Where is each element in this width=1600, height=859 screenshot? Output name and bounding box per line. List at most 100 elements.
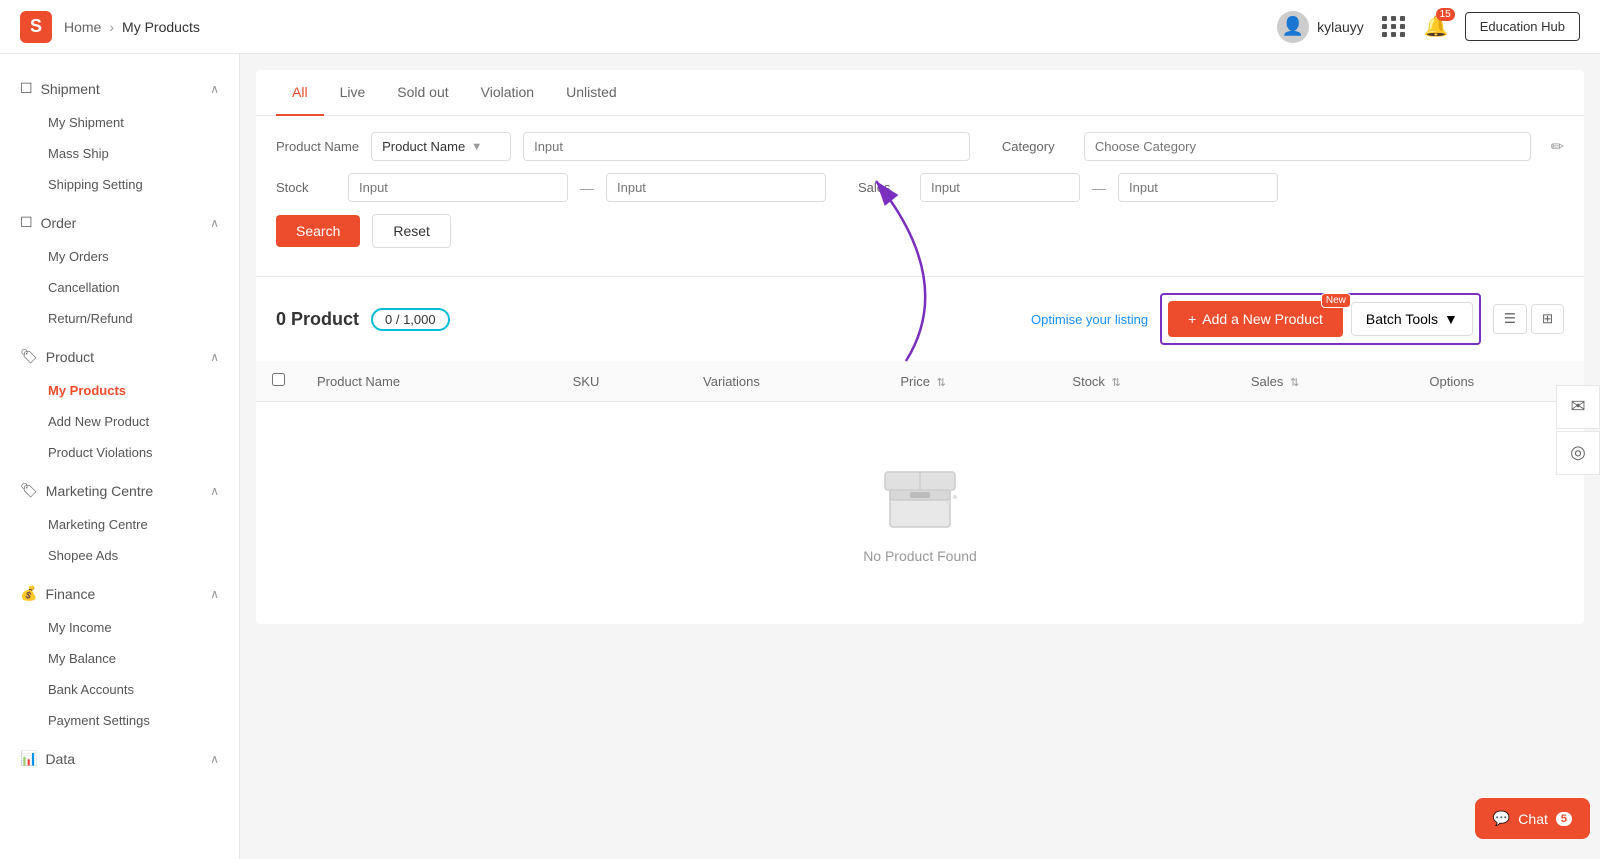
chevron-up-icon: ∧ [210, 82, 219, 96]
stock-to-input[interactable] [606, 173, 826, 202]
batch-tools-button[interactable]: Batch Tools ▼ [1351, 302, 1473, 336]
product-name-dropdown[interactable]: Product Name ▼ [371, 132, 511, 161]
select-all-checkbox[interactable] [272, 373, 285, 386]
sidebar-item-payment-settings[interactable]: Payment Settings [0, 705, 239, 736]
order-icon: ☐ [20, 214, 33, 231]
chat-icon: 💬 [1493, 810, 1510, 827]
edit-icon[interactable]: ✏ [1551, 137, 1564, 157]
filter-row-buttons: Search Reset [276, 214, 1564, 248]
product-name-label: Product Name [276, 139, 359, 154]
sidebar-label-product: Product [46, 349, 94, 365]
mail-icon-button[interactable]: ✉ [1556, 385, 1600, 429]
product-name-input[interactable] [523, 132, 970, 161]
reset-button[interactable]: Reset [372, 214, 451, 248]
tab-all[interactable]: All [276, 70, 324, 116]
filters-section: Product Name Product Name ▼ Category ✏ S… [256, 116, 1584, 277]
sidebar-label-data: Data [45, 751, 75, 767]
sidebar-item-my-products[interactable]: My Products [0, 375, 239, 406]
sidebar-label-marketing: Marketing Centre [46, 483, 153, 499]
column-header-stock: Stock ⇅ [1056, 361, 1234, 402]
sidebar-section-header-data[interactable]: 📊 Data ∧ [0, 740, 239, 777]
sales-label: Sales [858, 180, 908, 195]
empty-text: No Product Found [863, 548, 977, 564]
toolbar-right-section: Optimise your listing + Add a New Produc… [1031, 293, 1564, 345]
category-input[interactable] [1084, 132, 1531, 161]
batch-tools-label: Batch Tools [1366, 311, 1438, 327]
sidebar-item-my-income[interactable]: My Income [0, 612, 239, 643]
home-link[interactable]: Home [64, 19, 101, 35]
sidebar-item-return-refund[interactable]: Return/Refund [0, 303, 239, 334]
sidebar-item-shipping-setting[interactable]: Shipping Setting [0, 169, 239, 200]
sidebar-item-add-new-product[interactable]: Add New Product [0, 406, 239, 437]
column-header-sku: SKU [557, 361, 687, 402]
filter-row-stock: Stock — Sales — [276, 173, 1564, 202]
stock-label: Stock [276, 180, 336, 195]
price-sort-icon[interactable]: ⇅ [937, 377, 946, 389]
product-icon: 🏷 [20, 348, 38, 365]
chat-badge: 5 [1556, 812, 1572, 826]
sidebar-section-header-marketing[interactable]: 🏷 Marketing Centre ∧ [0, 472, 239, 509]
shopee-logo: S [20, 11, 52, 43]
sidebar-item-my-balance[interactable]: My Balance [0, 643, 239, 674]
shipment-icon: ☐ [20, 80, 33, 97]
optimise-listing-link[interactable]: Optimise your listing [1031, 312, 1148, 327]
data-icon: 📊 [20, 750, 37, 767]
dropdown-chevron-icon: ▼ [471, 141, 482, 153]
sidebar-item-marketing-centre[interactable]: Marketing Centre [0, 509, 239, 540]
add-product-button[interactable]: + Add a New Product New [1168, 301, 1343, 337]
column-header-sales: Sales ⇅ [1235, 361, 1414, 402]
chat-button[interactable]: 💬 Chat 5 [1475, 798, 1590, 839]
education-hub-button[interactable]: Education Hub [1465, 12, 1580, 41]
product-count-section: 0 Product 0 / 1,000 [276, 308, 450, 331]
tab-unlisted[interactable]: Unlisted [550, 70, 633, 116]
sidebar-section-marketing: 🏷 Marketing Centre ∧ Marketing Centre Sh… [0, 472, 239, 571]
select-all-header [256, 361, 301, 402]
notifications-bell[interactable]: 🔔 15 [1424, 14, 1449, 39]
sidebar-item-mass-ship[interactable]: Mass Ship [0, 138, 239, 169]
finance-icon: 💰 [20, 585, 37, 602]
chevron-up-icon-product: ∧ [210, 350, 219, 364]
chevron-up-icon-finance: ∧ [210, 587, 219, 601]
tab-sold-out[interactable]: Sold out [381, 70, 464, 116]
sidebar-item-my-shipment[interactable]: My Shipment [0, 107, 239, 138]
sidebar-section-data: 📊 Data ∧ [0, 740, 239, 777]
sidebar-section-header-finance[interactable]: 💰 Finance ∧ [0, 575, 239, 612]
sidebar-item-shopee-ads[interactable]: Shopee Ads [0, 540, 239, 571]
column-header-variations: Variations [687, 361, 884, 402]
product-toolbar: 0 Product 0 / 1,000 Optimise your listin… [256, 277, 1584, 361]
tab-violation[interactable]: Violation [465, 70, 550, 116]
list-view-button[interactable]: ☰ [1493, 304, 1527, 334]
notifications-badge: 15 [1436, 8, 1455, 21]
sales-from-input[interactable] [920, 173, 1080, 202]
marketing-icon: 🏷 [20, 482, 38, 499]
highlight-box: + Add a New Product New Batch Tools ▼ [1160, 293, 1481, 345]
search-button[interactable]: Search [276, 215, 360, 247]
sidebar-item-cancellation[interactable]: Cancellation [0, 272, 239, 303]
column-header-price: Price ⇅ [884, 361, 1056, 402]
products-table: Product Name SKU Variations Price ⇅ Stoc… [256, 361, 1584, 624]
sidebar-section-header-order[interactable]: ☐ Order ∧ [0, 204, 239, 241]
username: kylauyy [1317, 19, 1364, 35]
current-page-label: My Products [122, 19, 200, 35]
chevron-up-icon-data: ∧ [210, 752, 219, 766]
grid-apps-icon[interactable] [1380, 13, 1408, 41]
sales-sort-icon[interactable]: ⇅ [1290, 377, 1299, 389]
sidebar-section-header-shipment[interactable]: ☐ Shipment ∧ [0, 70, 239, 107]
sidebar-item-my-orders[interactable]: My Orders [0, 241, 239, 272]
page-layout: ☐ Shipment ∧ My Shipment Mass Ship Shipp… [0, 54, 1600, 859]
sidebar-section-header-product[interactable]: 🏷 Product ∧ [0, 338, 239, 375]
product-card: All Live Sold out Violation Unlisted Pro… [256, 70, 1584, 624]
sales-to-input[interactable] [1118, 173, 1278, 202]
chat-bubble-icon-button[interactable]: ◎ [1556, 431, 1600, 475]
chevron-up-icon-marketing: ∧ [210, 484, 219, 498]
stock-from-input[interactable] [348, 173, 568, 202]
grid-view-button[interactable]: ⊞ [1531, 304, 1564, 334]
sidebar-item-product-violations[interactable]: Product Violations [0, 437, 239, 468]
sales-dash: — [1092, 180, 1106, 196]
sidebar-item-bank-accounts[interactable]: Bank Accounts [0, 674, 239, 705]
filter-row-product-name: Product Name Product Name ▼ Category ✏ [276, 132, 1564, 161]
sidebar-section-order: ☐ Order ∧ My Orders Cancellation Return/… [0, 204, 239, 334]
product-count-label: 0 Product [276, 309, 359, 330]
stock-sort-icon[interactable]: ⇅ [1112, 377, 1121, 389]
tab-live[interactable]: Live [324, 70, 382, 116]
